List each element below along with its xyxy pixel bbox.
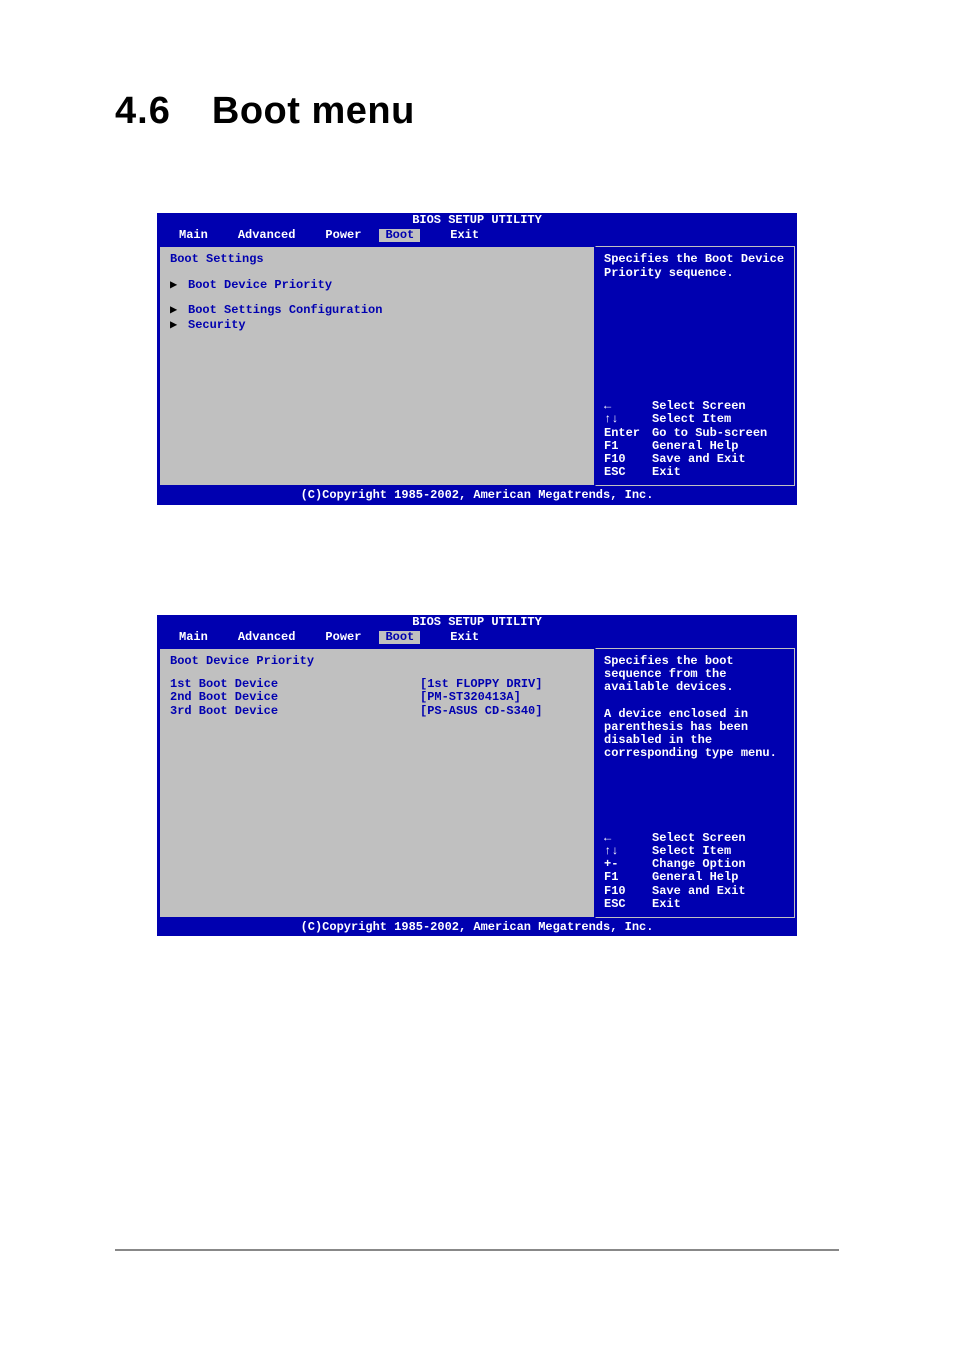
menu-item-boot-settings-configuration[interactable]: ▶ Boot Settings Configuration bbox=[170, 304, 584, 317]
legend-key: F1 bbox=[604, 871, 652, 884]
legend-key: ESC bbox=[604, 898, 652, 911]
submenu-arrow-icon: ▶ bbox=[170, 279, 188, 292]
tab-main[interactable]: Main bbox=[167, 229, 226, 242]
option-2nd-boot-device[interactable]: 2nd Boot Device [PM-ST320413A] bbox=[170, 691, 584, 704]
section-heading: 4.6 Boot menu bbox=[115, 90, 839, 133]
menu-item-security[interactable]: ▶ Security bbox=[170, 319, 584, 332]
legend-action: General Help bbox=[652, 871, 738, 884]
section-title: Boot menu bbox=[212, 90, 415, 132]
legend-key: ESC bbox=[604, 466, 652, 479]
legend-key: Enter bbox=[604, 427, 652, 440]
tab-advanced[interactable]: Advanced bbox=[226, 229, 314, 242]
tab-boot[interactable]: Boot bbox=[379, 229, 420, 242]
menu-item-boot-device-priority[interactable]: ▶ Boot Device Priority bbox=[170, 279, 584, 292]
page-divider bbox=[115, 1249, 839, 1251]
bios-help-panel: Specifies the boot sequence from the ava… bbox=[595, 648, 795, 918]
bios-screen-boot-device-priority: BIOS SETUP UTILITY Main Advanced Power B… bbox=[157, 615, 797, 937]
option-3rd-boot-device[interactable]: 3rd Boot Device [PS-ASUS CD-S340] bbox=[170, 705, 584, 718]
menu-item-label: Boot Device Priority bbox=[188, 279, 332, 292]
help-text: Specifies the boot sequence from the ava… bbox=[604, 655, 786, 761]
legend-action: Go to Sub-screen bbox=[652, 427, 767, 440]
tab-exit[interactable]: Exit bbox=[438, 229, 497, 242]
panel-heading: Boot Settings bbox=[170, 253, 584, 266]
tab-advanced[interactable]: Advanced bbox=[226, 631, 314, 644]
key-legend: ←Select Screen ↑↓Select Item +-Change Op… bbox=[604, 832, 786, 911]
tab-exit[interactable]: Exit bbox=[438, 631, 497, 644]
panel-heading: Boot Device Priority bbox=[170, 655, 584, 668]
option-value: [PM-ST320413A] bbox=[420, 691, 521, 704]
bios-main-panel: Boot Settings ▶ Boot Device Priority ▶ B… bbox=[159, 246, 595, 486]
tab-power[interactable]: Power bbox=[313, 229, 379, 242]
bios-menu-bar: Main Advanced Power Boot Exit bbox=[157, 629, 797, 646]
bios-title: BIOS SETUP UTILITY bbox=[157, 213, 797, 227]
bios-footer: (C)Copyright 1985-2002, American Megatre… bbox=[157, 920, 797, 936]
menu-item-label: Boot Settings Configuration bbox=[188, 304, 382, 317]
legend-action: Select Item bbox=[652, 413, 731, 426]
tab-power[interactable]: Power bbox=[313, 631, 379, 644]
option-value: [PS-ASUS CD-S340] bbox=[420, 705, 542, 718]
key-legend: ←Select Screen ↑↓Select Item EnterGo to … bbox=[604, 400, 786, 479]
legend-action: Exit bbox=[652, 898, 681, 911]
option-label: 3rd Boot Device bbox=[170, 705, 420, 718]
help-text: Specifies the Boot Device Priority seque… bbox=[604, 253, 786, 279]
bios-footer: (C)Copyright 1985-2002, American Megatre… bbox=[157, 488, 797, 504]
submenu-arrow-icon: ▶ bbox=[170, 319, 188, 332]
section-number: 4.6 bbox=[115, 90, 171, 132]
tab-main[interactable]: Main bbox=[167, 631, 226, 644]
submenu-arrow-icon: ▶ bbox=[170, 304, 188, 317]
legend-key: ↑↓ bbox=[604, 413, 652, 426]
legend-action: Save and Exit bbox=[652, 885, 746, 898]
legend-key: F10 bbox=[604, 885, 652, 898]
bios-menu-bar: Main Advanced Power Boot Exit bbox=[157, 227, 797, 244]
option-label: 2nd Boot Device bbox=[170, 691, 420, 704]
bios-screen-boot-settings: BIOS SETUP UTILITY Main Advanced Power B… bbox=[157, 213, 797, 505]
tab-boot[interactable]: Boot bbox=[379, 631, 420, 644]
bios-help-panel: Specifies the Boot Device Priority seque… bbox=[595, 246, 795, 486]
bios-main-panel: Boot Device Priority 1st Boot Device [1s… bbox=[159, 648, 595, 918]
bios-title: BIOS SETUP UTILITY bbox=[157, 615, 797, 629]
legend-action: Exit bbox=[652, 466, 681, 479]
menu-item-label: Security bbox=[188, 319, 246, 332]
